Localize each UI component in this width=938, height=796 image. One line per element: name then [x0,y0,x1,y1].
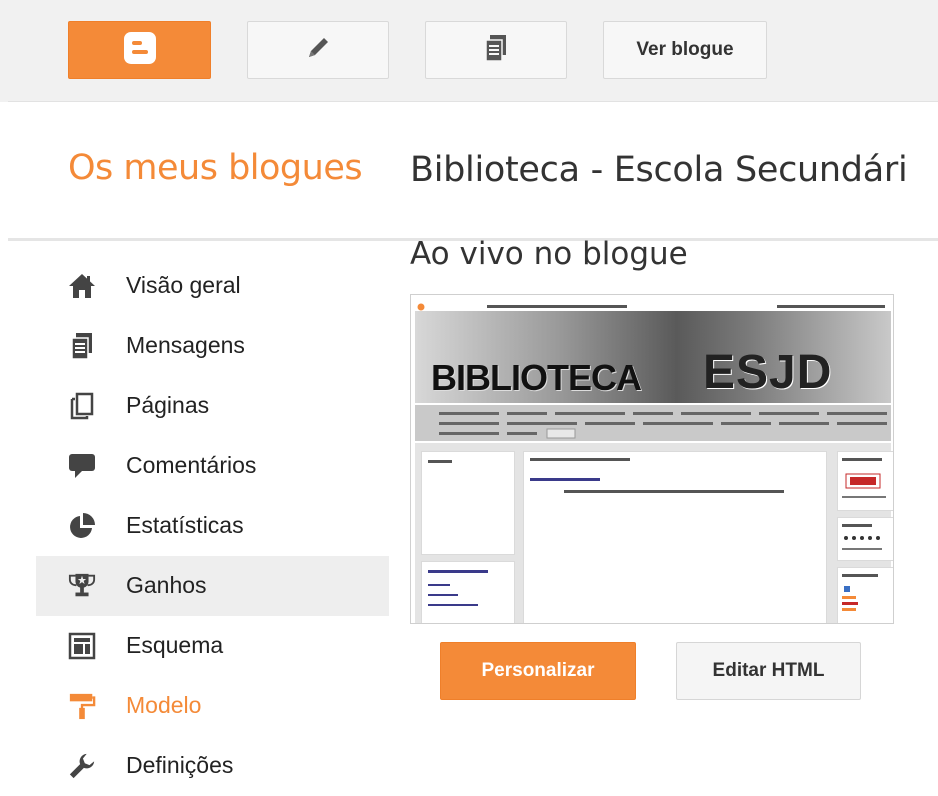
pie-chart-icon [68,511,96,541]
paint-roller-icon [68,691,96,721]
sidebar-item-label: Ganhos [126,572,207,598]
sidebar-item-template[interactable]: Modelo [36,676,389,736]
toolbar-divider [8,101,938,102]
home-icon [68,271,96,301]
sidebar-item-stats[interactable]: Estatísticas [36,496,389,556]
sidebar-item-overview[interactable]: Visão geral [36,256,389,316]
preview-top-bar [417,299,887,311]
sidebar-item-pages[interactable]: Páginas [36,376,389,436]
customize-button[interactable]: Personalizar [440,642,636,700]
pencil-icon [305,35,331,66]
sidebar-item-earnings[interactable]: Ganhos [36,556,389,616]
edit-html-button[interactable]: Editar HTML [676,642,861,700]
blog-title-selector[interactable]: Biblioteca - Escola Secundári [410,150,938,190]
live-on-blog-heading: Ao vivo no blogue [410,236,688,272]
blogger-logo-icon [123,31,157,70]
posts-icon [68,331,96,361]
preview-left-widget [421,561,515,623]
view-posts-button[interactable] [425,21,567,79]
preview-left-widget [421,451,515,555]
sidebar-item-label: Mensagens [126,332,245,358]
blog-preview-thumbnail[interactable]: BIBLIOTECA ESJD [410,294,894,624]
new-post-button[interactable] [247,21,389,79]
sidebar-item-posts[interactable]: Mensagens [36,316,389,376]
sidebar-item-layout[interactable]: Esquema [36,616,389,676]
trophy-icon [68,571,96,601]
layout-icon [68,631,96,661]
sidebar-item-label: Definições [126,752,234,778]
sidebar-item-label: Modelo [126,692,202,718]
posts-icon [484,34,508,67]
preview-right-widget [837,517,893,561]
sidebar-item-comments[interactable]: Comentários [36,436,389,496]
preview-body [415,443,893,623]
page-icon [68,391,96,421]
preview-banner-acronym: ESJD [703,346,833,399]
sidebar-item-label: Páginas [126,392,210,418]
comment-icon [68,451,96,481]
sidebar-item-settings[interactable]: Definições [36,736,389,796]
preview-right-widget [837,567,893,623]
preview-nav-bar [415,405,891,441]
blogger-home-button[interactable] [68,21,211,79]
preview-main-column [523,451,827,623]
preview-right-widget [837,451,893,511]
preview-banner-title: BIBLIOTECA [431,357,642,398]
wrench-icon [68,751,96,781]
sidebar-item-label: Comentários [126,452,257,478]
sidebar-item-label: Estatísticas [126,512,244,538]
sidebar-item-label: Esquema [126,632,224,658]
preview-banner: BIBLIOTECA ESJD [415,311,891,403]
sidebar-item-label: Visão geral [126,272,241,298]
top-toolbar: Ver blogue [0,0,938,102]
my-blogs-link[interactable]: Os meus blogues [68,148,363,188]
view-blog-button[interactable]: Ver blogue [603,21,767,79]
